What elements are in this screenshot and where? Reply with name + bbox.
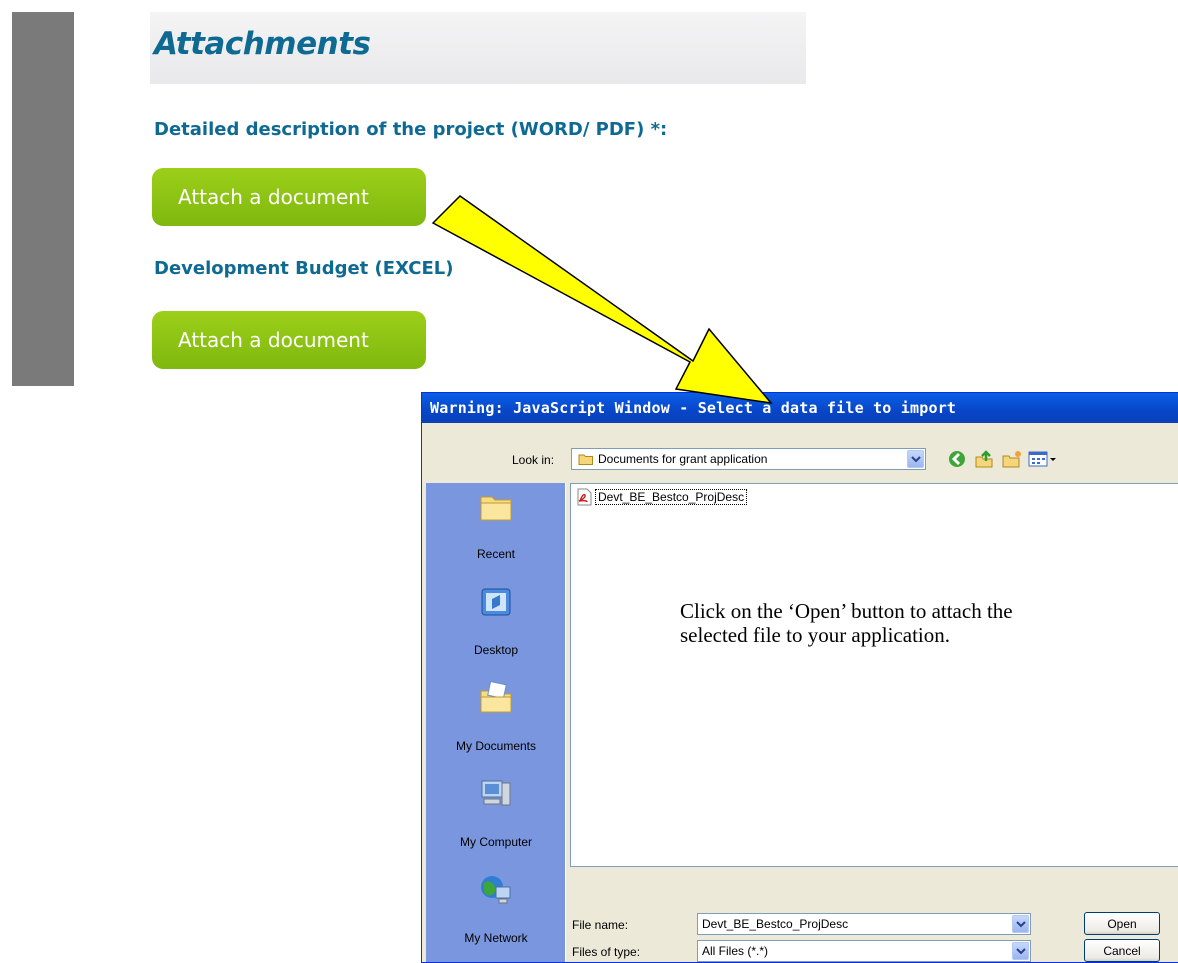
look-in-label: Look in: (512, 453, 555, 467)
place-my-computer[interactable]: My Computer (426, 771, 566, 861)
instruction-text: Click on the ‘Open’ button to attach the… (680, 599, 1013, 647)
recent-folder-icon (480, 496, 512, 521)
place-my-network-label: My Network (464, 931, 528, 945)
desktop-icon (481, 588, 511, 616)
folder-icon (578, 454, 593, 465)
chevron-down-icon (911, 456, 921, 463)
file-name-dropdown-arrow[interactable] (1012, 915, 1029, 933)
my-documents-icon (480, 681, 512, 713)
view-menu-icon[interactable] (1028, 449, 1058, 469)
file-open-dialog: Warning: JavaScript Window - Select a da… (421, 392, 1178, 963)
dialog-title: Warning: JavaScript Window - Select a da… (430, 399, 957, 417)
look-in-dropdown-arrow[interactable] (907, 450, 924, 468)
place-desktop-label: Desktop (473, 643, 519, 657)
file-type-dropdown-arrow[interactable] (1012, 942, 1029, 960)
my-network-icon (481, 876, 511, 904)
place-desktop[interactable]: Desktop (426, 579, 566, 669)
place-recent[interactable]: Recent (426, 483, 566, 573)
dialog-titlebar: Warning: JavaScript Window - Select a da… (422, 393, 1178, 423)
file-name-label: File name: (572, 918, 629, 932)
place-recent-label: Recent (476, 547, 516, 561)
project-description-label: Detailed description of the project (WOR… (154, 119, 668, 140)
file-name: Devt_BE_Bestco_ProjDesc (595, 489, 748, 505)
place-my-documents[interactable]: My Documents (426, 675, 566, 765)
up-folder-icon[interactable] (974, 449, 996, 469)
file-name-value: Devt_BE_Bestco_ProjDesc (702, 917, 849, 931)
file-list: Devt_BE_Bestco_ProjDesc (570, 483, 1178, 867)
cancel-button[interactable]: Cancel (1084, 939, 1160, 962)
file-type-label: Files of type: (572, 945, 641, 959)
file-type-value: All Files (*.*) (702, 944, 769, 958)
development-budget-label: Development Budget (EXCEL) (154, 258, 454, 279)
file-name-input[interactable]: Devt_BE_Bestco_ProjDesc (697, 913, 1031, 935)
open-button[interactable]: Open (1084, 912, 1160, 935)
attach-project-description-button[interactable]: Attach a document (152, 168, 426, 226)
place-my-computer-label: My Computer (459, 835, 533, 849)
attachments-title: Attachments (154, 26, 371, 62)
look-in-value: Documents for grant application (598, 452, 768, 466)
chevron-down-icon (1016, 921, 1026, 928)
chevron-down-icon (1016, 948, 1026, 955)
place-my-documents-label: My Documents (455, 739, 537, 753)
yellow-arrow-shape (431, 195, 773, 405)
new-folder-icon[interactable] (1001, 449, 1023, 469)
attach-development-budget-button[interactable]: Attach a document (152, 311, 426, 369)
back-icon[interactable] (947, 449, 969, 469)
look-in-dropdown[interactable]: Documents for grant application (571, 448, 926, 470)
my-computer-icon (481, 780, 511, 806)
place-my-network[interactable]: My Network (426, 867, 566, 957)
left-sidebar-strip (12, 12, 74, 386)
pdf-file-icon (577, 488, 592, 506)
attachments-header: Attachments (150, 12, 806, 84)
places-bar: Recent Desktop My Documents My Computer (426, 483, 566, 962)
file-type-dropdown[interactable]: All Files (*.*) (697, 940, 1031, 962)
